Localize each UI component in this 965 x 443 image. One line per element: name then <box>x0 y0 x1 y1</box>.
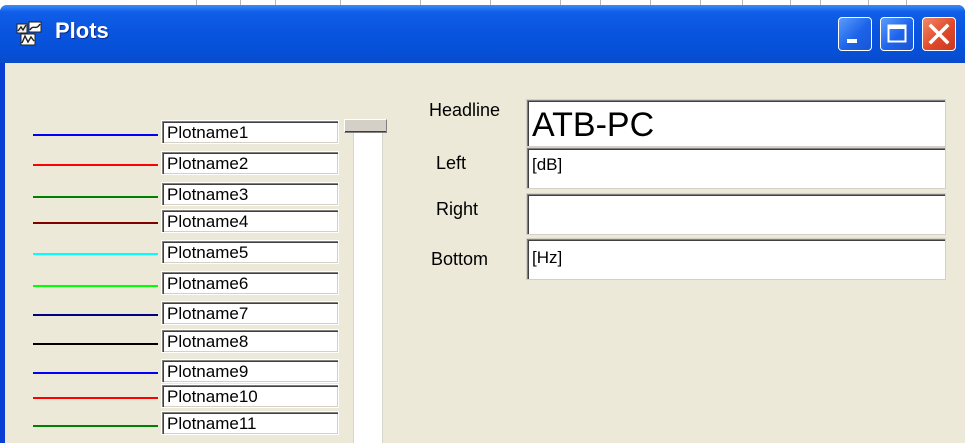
close-icon <box>928 23 950 45</box>
bottom-axis-field[interactable]: [Hz] <box>526 238 946 280</box>
plot-name-field[interactable]: Plotname4 <box>161 209 339 233</box>
plots-app-icon <box>16 21 42 46</box>
plot-name-field[interactable]: Plotname8 <box>161 329 339 353</box>
headline-label: Headline <box>429 100 501 120</box>
plot-color-swatch[interactable] <box>33 222 158 224</box>
headline-field[interactable]: ATB-PC <box>526 99 946 147</box>
plot-color-swatch[interactable] <box>33 253 158 255</box>
window-title: Plots <box>55 18 109 43</box>
plot-color-swatch[interactable] <box>33 285 158 287</box>
plot-list-scrollbar[interactable] <box>353 123 383 443</box>
scrollbar-thumb[interactable] <box>344 119 387 133</box>
plot-color-swatch[interactable] <box>33 343 158 345</box>
plot-name-field[interactable]: Plotname6 <box>161 271 339 295</box>
plot-color-swatch[interactable] <box>33 314 158 316</box>
plot-name-field[interactable]: Plotname9 <box>161 359 339 383</box>
right-axis-label: Right <box>436 199 479 219</box>
right-axis-field[interactable] <box>526 193 946 235</box>
plot-name-field[interactable]: Plotname7 <box>161 301 339 325</box>
plot-color-swatch[interactable] <box>33 397 158 399</box>
left-axis-label: Left <box>436 153 467 173</box>
plots-window: Plots Plotname1 Plotname2 Plotname3 Plotnam… <box>0 5 965 443</box>
client-area: Plotname1 Plotname2 Plotname3 Plotname4 Plot… <box>5 63 965 443</box>
maximize-button[interactable] <box>880 17 914 51</box>
plot-name-field[interactable]: Plotname2 <box>161 151 339 175</box>
plot-name-field[interactable]: Plotname1 <box>161 120 339 144</box>
maximize-icon <box>887 24 907 43</box>
title-bar[interactable]: Plots <box>0 5 965 63</box>
plot-color-swatch[interactable] <box>33 425 158 427</box>
plot-color-swatch[interactable] <box>33 196 158 198</box>
close-button[interactable] <box>922 17 956 51</box>
plot-name-field[interactable]: Plotname11 <box>161 411 339 435</box>
plot-name-field[interactable]: Plotname3 <box>161 182 339 206</box>
minimize-button[interactable] <box>838 17 872 51</box>
minimize-icon <box>847 39 857 43</box>
plot-color-swatch[interactable] <box>33 372 158 374</box>
plot-color-swatch[interactable] <box>33 134 158 136</box>
left-axis-field[interactable]: [dB] <box>526 147 946 189</box>
bottom-axis-label: Bottom <box>431 249 489 269</box>
plot-name-field[interactable]: Plotname10 <box>161 384 339 408</box>
plot-color-swatch[interactable] <box>33 164 158 166</box>
plot-name-field[interactable]: Plotname5 <box>161 240 339 264</box>
